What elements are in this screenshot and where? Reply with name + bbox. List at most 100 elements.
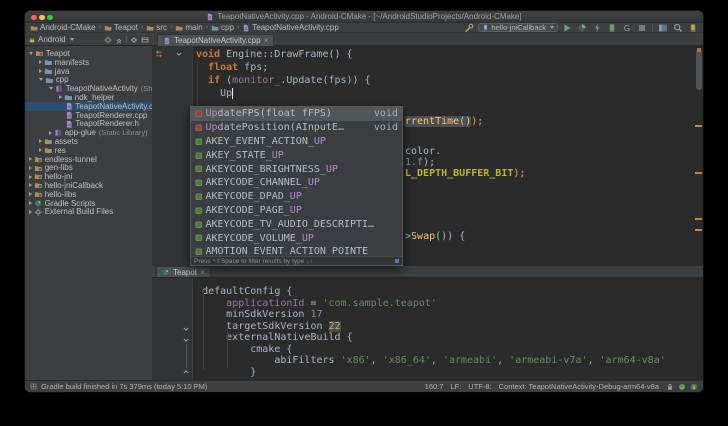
tree-item-assets[interactable]: assets [25, 137, 152, 146]
close-tab-icon[interactable]: × [264, 36, 269, 45]
encoding-indicator[interactable]: UTF-8: [468, 382, 491, 391]
tree-item-teapotrenderer-cpp[interactable]: TeapotRenderer.cpp [25, 111, 152, 120]
completion-item[interactable]: AKEYCODE_VOLUME_UP [191, 231, 402, 245]
notifications-icon[interactable]: 1 [690, 383, 698, 391]
tree-item-cpp[interactable]: cpp [25, 75, 152, 84]
apply-changes-button[interactable] [592, 23, 602, 33]
tree-toggle-icon[interactable] [49, 131, 52, 135]
tree-toggle-icon[interactable] [29, 52, 33, 55]
tree-item-teapotnativeactivity-cpp[interactable]: TeapotNativeActivity.cpp [25, 102, 152, 111]
tree-toggle-icon[interactable] [59, 95, 62, 99]
hector-icon[interactable] [678, 383, 686, 391]
device-button[interactable] [607, 23, 617, 33]
search-everywhere-button[interactable] [673, 23, 683, 33]
tree-item-hello-jni[interactable]: hello-jni [25, 172, 152, 181]
completion-item[interactable]: AKEYCODE_BRIGHTNESS_UP [191, 162, 402, 176]
tree-item-teapotnativeactivity[interactable]: TeapotNativeActivity(Shared Library) [25, 84, 152, 93]
tree-item-hello-jnicallback[interactable]: hello-jniCallback [25, 181, 152, 190]
tree-toggle-icon[interactable] [39, 60, 42, 64]
breadcrumb-separator: › [205, 24, 209, 31]
settings-button[interactable] [130, 36, 138, 44]
tree-item-manifests[interactable]: manifests [25, 58, 152, 67]
collapse-all-button[interactable] [115, 36, 123, 44]
tree-toggle-icon[interactable] [39, 78, 43, 81]
close-window-button[interactable] [31, 15, 37, 21]
gradle-code-line: applicationId = 'com.sample.teapot' [178, 298, 437, 310]
locate-button[interactable] [104, 36, 112, 44]
const-icon [195, 207, 203, 215]
error-stripe-mark[interactable] [695, 218, 702, 220]
run-configuration-select[interactable]: hello-jniCallback [478, 23, 558, 32]
profile-button[interactable] [577, 23, 587, 33]
breadcrumb-item[interactable]: Teapot [104, 23, 138, 32]
tree-item-ndk-helper[interactable]: ndk_helper [25, 93, 152, 102]
breadcrumb-item[interactable]: src [146, 23, 167, 32]
make-project-button[interactable] [464, 23, 474, 33]
breadcrumb-item[interactable]: main [175, 23, 202, 32]
tree-item-teapotrenderer-h[interactable]: TeapotRenderer.h [25, 119, 152, 128]
title-bar[interactable]: TeapotNativeActivity.cpp - Android-CMake… [25, 11, 703, 23]
tree-toggle-icon[interactable] [29, 192, 32, 196]
navigate-arrows-icon[interactable] [155, 50, 163, 58]
close-tab-icon[interactable]: × [200, 268, 205, 277]
project-view-selector[interactable]: Android [38, 35, 66, 44]
tree-toggle-icon[interactable] [29, 157, 32, 161]
tree-item-gradle-scripts[interactable]: Gradle Scripts [25, 199, 152, 208]
tool-windows-button[interactable] [658, 23, 668, 33]
tree-toggle-icon[interactable] [29, 210, 32, 214]
hide-panel-button[interactable] [141, 36, 149, 44]
stop-button[interactable] [637, 23, 647, 33]
line-ending-indicator[interactable]: LF: [450, 382, 461, 391]
cpp-file-icon [65, 111, 74, 120]
breadcrumb-item[interactable]: cpp [211, 23, 234, 32]
tree-toggle-icon[interactable] [39, 69, 42, 73]
completion-item[interactable]: UpdateFPS(float fFPS)void [191, 107, 402, 121]
completion-item[interactable]: AKEYCODE_TV_AUDIO_DESCRIPTI… [191, 217, 402, 231]
breadcrumb-item[interactable]: Android-CMake [30, 23, 96, 32]
tree-item-res[interactable]: res [25, 146, 152, 155]
error-stripe-mark[interactable] [695, 229, 702, 231]
tree-item-gen-libs[interactable]: gen-libs [25, 163, 152, 172]
tree-item-app-glue[interactable]: app-glue(Static Library) [25, 128, 152, 137]
module-folder-icon [34, 172, 43, 181]
tree-item-teapot[interactable]: Teapot [25, 49, 152, 58]
tree-toggle-icon[interactable] [29, 175, 32, 179]
module-folder-icon [34, 155, 43, 164]
attach-debugger-button[interactable]: G [622, 23, 632, 33]
tree-toggle-icon[interactable] [29, 201, 32, 205]
tree-toggle-icon[interactable] [29, 166, 32, 170]
breadcrumb-item[interactable]: TeapotNativeActivity.cpp [242, 23, 339, 32]
error-stripe-mark[interactable] [695, 125, 702, 127]
minimize-window-button[interactable] [39, 15, 45, 21]
completion-item-label: AKEYCODE_BRIGHTNESS_UP [206, 164, 338, 175]
toolwindow-switcher-icon[interactable] [30, 383, 37, 390]
code-line: float fps; [196, 61, 268, 74]
completion-item[interactable]: AKEY_EVENT_ACTION_UP [191, 135, 402, 149]
completion-item[interactable]: UpdatePosition(AInputE…void [191, 121, 402, 135]
completion-item[interactable]: AKEYCODE_DPAD_UP [191, 190, 402, 204]
tree-item-external-build-files[interactable]: External Build Files [25, 207, 152, 216]
avd-manager-button[interactable] [688, 23, 698, 33]
inspection-indicator[interactable] [697, 48, 701, 52]
tree-toggle-icon[interactable] [39, 139, 42, 143]
gradle-editor[interactable]: defaultConfig { applicationId = 'com.sam… [152, 278, 703, 380]
tree-item-endless-tunnel[interactable]: endless-tunnel [25, 155, 152, 164]
editor-scrollbar[interactable] [696, 50, 702, 90]
completion-item[interactable]: AKEYCODE_CHANNEL_UP [191, 176, 402, 190]
error-stripe-mark[interactable] [695, 172, 702, 174]
tree-toggle-icon[interactable] [39, 148, 42, 152]
tree-item-java[interactable]: java [25, 67, 152, 76]
tab-teapotnativeactivity-cpp[interactable]: TeapotNativeActivity.cpp × [157, 34, 274, 46]
completion-item[interactable]: AKEY_STATE_UP [191, 148, 402, 162]
tab-teapot-gradle[interactable]: Teapot × [156, 266, 211, 277]
zoom-window-button[interactable] [47, 15, 53, 21]
caret-position[interactable]: 160:7 [425, 382, 444, 391]
lock-icon[interactable] [666, 383, 674, 391]
fold-region-icon[interactable] [175, 50, 183, 58]
tree-toggle-icon[interactable] [49, 87, 53, 90]
tree-item-hello-libs[interactable]: hello-libs [25, 190, 152, 199]
completion-item[interactable]: AKEYCODE_PAGE_UP [191, 204, 402, 218]
run-button[interactable] [562, 23, 572, 33]
tree-toggle-icon[interactable] [29, 183, 32, 187]
chevron-down-icon[interactable] [70, 38, 74, 41]
